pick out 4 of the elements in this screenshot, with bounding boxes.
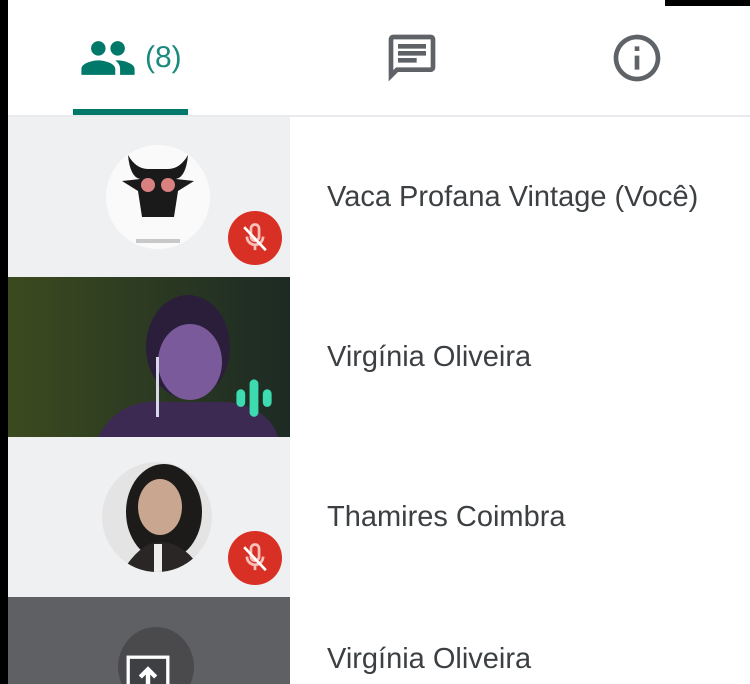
participant-name: Thamires Coimbra bbox=[327, 500, 566, 534]
participant-name: Virgínia Oliveira bbox=[327, 340, 532, 374]
participant-name: Virgínia Oliveira bbox=[327, 643, 532, 676]
participant-name: Vaca Profana Vintage (Você) bbox=[327, 180, 698, 214]
